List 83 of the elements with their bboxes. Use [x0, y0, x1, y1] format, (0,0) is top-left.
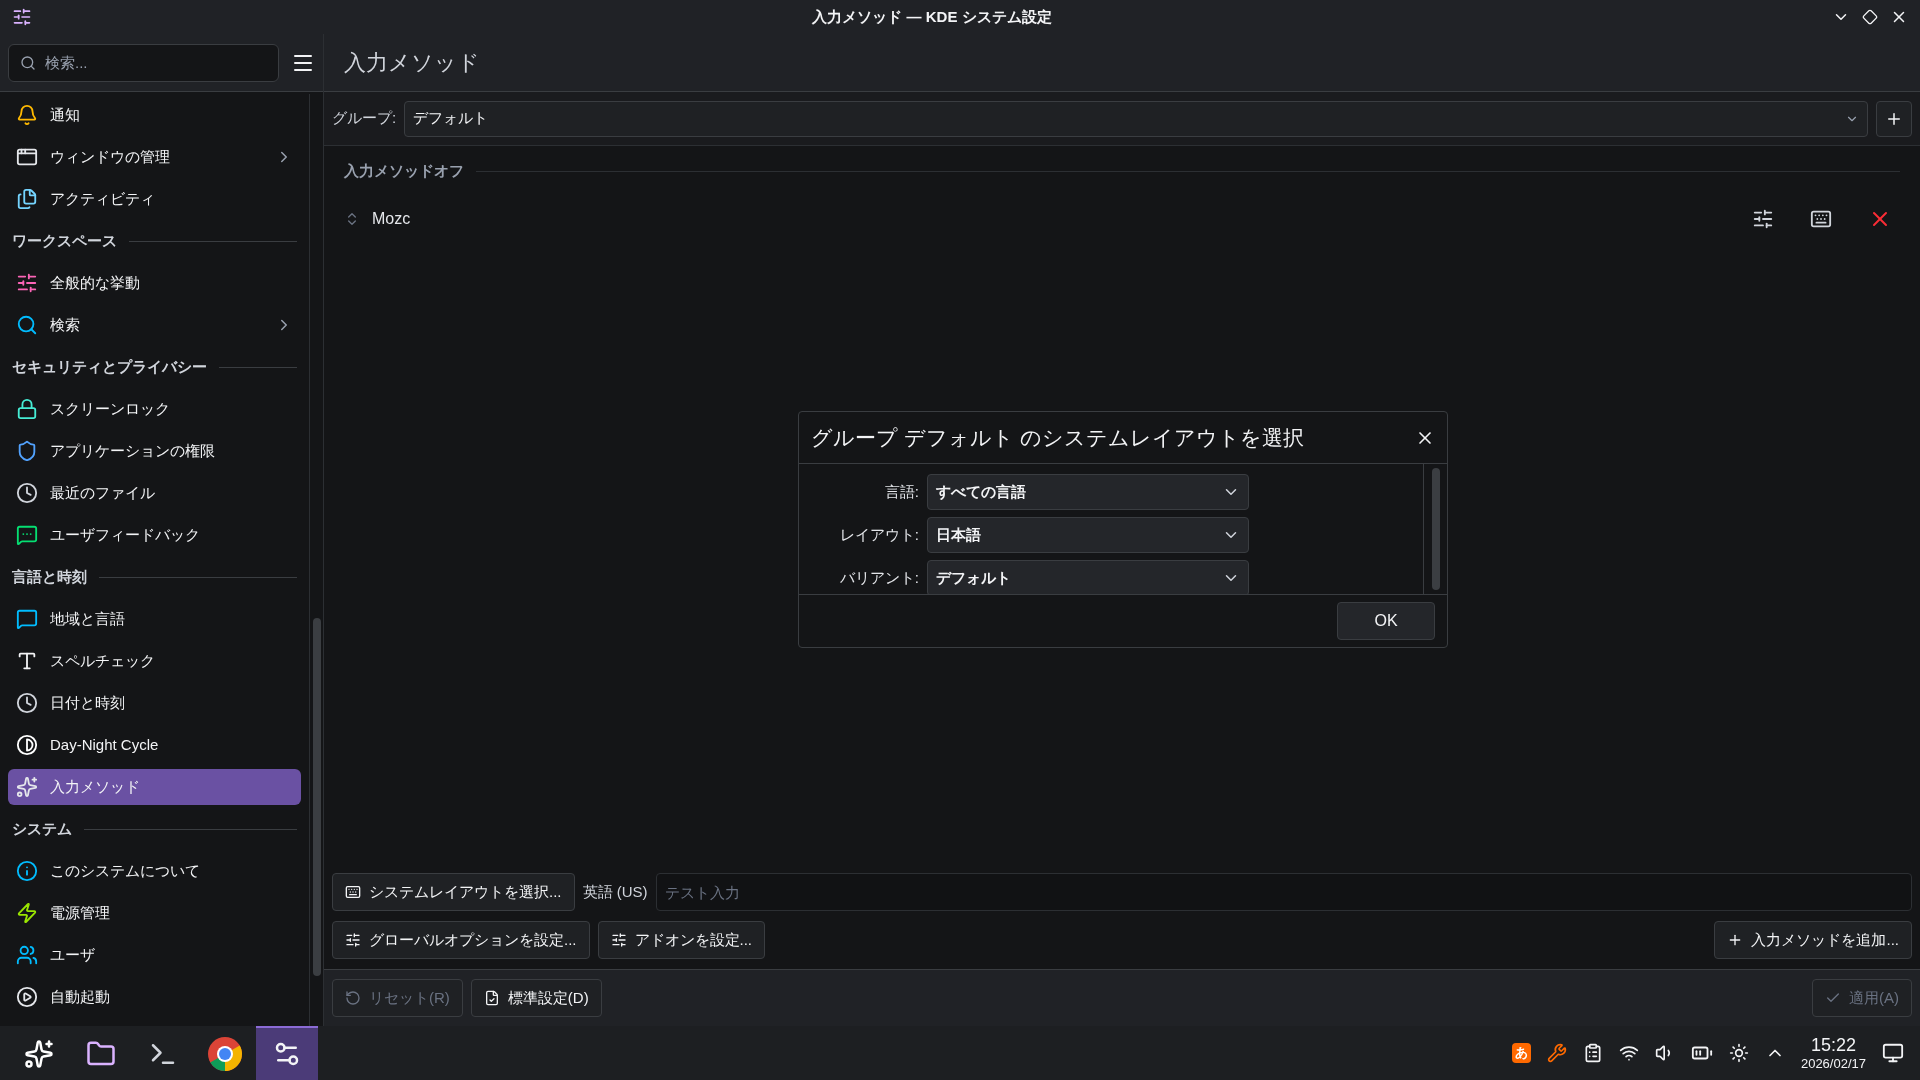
sidebar-item[interactable]: 電源管理	[8, 895, 301, 931]
field-label: レイアウト:	[838, 524, 919, 545]
clock-icon	[16, 692, 38, 714]
group-label: グループ:	[332, 108, 397, 129]
sidebar-item[interactable]: スクリーンロック	[8, 391, 301, 427]
users-icon	[16, 944, 38, 966]
sidebar-item[interactable]: Day-Night Cycle	[8, 727, 301, 763]
wifi-icon[interactable]	[1618, 1043, 1639, 1063]
defaults-button[interactable]: 標準設定(D)	[470, 979, 602, 1017]
bell-icon	[16, 104, 38, 126]
sidebar-item[interactable]: アプリケーションの権限	[8, 433, 301, 469]
scrollbar-thumb[interactable]	[1431, 468, 1440, 590]
page-title: 入力メソッド	[344, 49, 480, 77]
ok-button[interactable]: OK	[1337, 602, 1435, 640]
chat-bubble-icon	[16, 608, 38, 630]
activity-icon	[16, 188, 38, 210]
shield-icon	[16, 440, 38, 462]
window-icon	[16, 146, 38, 168]
lock-icon	[16, 398, 38, 420]
layout-name: 英語 (US)	[582, 881, 648, 902]
sliders-icon	[610, 932, 627, 948]
global-options-button[interactable]: グローバルオプションを設定...	[332, 921, 590, 959]
section-header: ワークスペース	[12, 230, 117, 251]
letter-icon	[16, 650, 38, 672]
lightning-icon	[16, 902, 38, 924]
undo-icon	[345, 990, 361, 1006]
dropdown[interactable]: 日本語	[927, 517, 1249, 553]
system-layout-button[interactable]: システムレイアウトを選択...	[332, 873, 575, 911]
clock-date[interactable]: 2026/02/17	[1800, 1056, 1866, 1073]
maximize-icon[interactable]	[1862, 9, 1878, 25]
sidebar-item[interactable]: 自動起動	[8, 979, 301, 1015]
section-header: セキュリティとプライバシー	[12, 356, 207, 377]
window-title: 入力メソッド — KDE システム設定	[812, 8, 1052, 25]
brightness-icon[interactable]	[1728, 1043, 1749, 1063]
search-field[interactable]: 検索...	[8, 43, 279, 82]
show-desktop-icon[interactable]	[1882, 1042, 1904, 1064]
document-icon	[483, 990, 500, 1006]
search-icon	[16, 314, 38, 336]
sidebar-item[interactable]: このシステムについて	[8, 853, 301, 889]
sidebar-item[interactable]: 入力メソッド	[8, 769, 301, 805]
sidebar-item[interactable]: 日付と時刻	[8, 685, 301, 721]
sidebar-item[interactable]: 全般的な挙動	[8, 265, 301, 301]
clock-time[interactable]: 15:22	[1810, 1033, 1856, 1057]
sidebar-item[interactable]: 地域と言語	[8, 601, 301, 637]
taskbar-app[interactable]	[256, 1026, 318, 1080]
browser-icon	[207, 1036, 243, 1072]
feedback-icon	[16, 524, 38, 546]
sliders-icon	[345, 932, 361, 948]
launcher-icon	[24, 1039, 54, 1069]
dropdown[interactable]: デフォルト	[927, 560, 1249, 594]
autostart-icon	[16, 986, 38, 1008]
keyboard-icon	[345, 884, 361, 900]
group-dropdown[interactable]: デフォルト	[404, 100, 1868, 137]
add-input-method-button[interactable]: 入力メソッドを追加...	[1714, 921, 1912, 959]
input-method-name: Mozc	[372, 209, 412, 229]
section-header: システム	[12, 818, 72, 839]
sidebar-item[interactable]: アクティビティ	[8, 181, 301, 217]
sidebar-item[interactable]: 通知	[8, 97, 301, 133]
clock-icon	[16, 482, 38, 504]
wrench-icon[interactable]	[1546, 1043, 1567, 1063]
app-icon	[12, 7, 32, 27]
test-input-field[interactable]: テスト入力	[655, 873, 1912, 911]
scrollbar-thumb[interactable]	[312, 618, 321, 976]
sidebar-item[interactable]: 最近のファイル	[8, 475, 301, 511]
sidebar-item[interactable]: スペルチェック	[8, 643, 301, 679]
section-header: 言語と時刻	[12, 566, 87, 587]
dialog-title: グループ デフォルト のシステムレイアウトを選択	[811, 424, 1305, 451]
sidebar-item[interactable]: ユーザ	[8, 937, 301, 973]
section-header: 入力メソッドオフ	[344, 160, 464, 181]
search-icon	[20, 54, 36, 71]
keyboard-icon[interactable]	[1810, 208, 1832, 230]
info-icon	[16, 860, 38, 882]
sidebar-item[interactable]: 検索	[8, 307, 301, 343]
sliders-icon	[16, 272, 38, 294]
sidebar-item[interactable]: ウィンドウの管理	[8, 139, 301, 175]
field-label: バリアント:	[838, 567, 919, 588]
field-label: 言語:	[883, 481, 919, 502]
contrast-icon	[16, 734, 38, 756]
dropdown[interactable]: すべての言語	[927, 474, 1249, 510]
add-group-button[interactable]	[1876, 100, 1912, 137]
sidebar-item[interactable]: ユーザフィードバック	[8, 517, 301, 553]
configure-icon[interactable]	[1752, 208, 1774, 230]
addon-button[interactable]: アドオンを設定...	[597, 921, 766, 959]
